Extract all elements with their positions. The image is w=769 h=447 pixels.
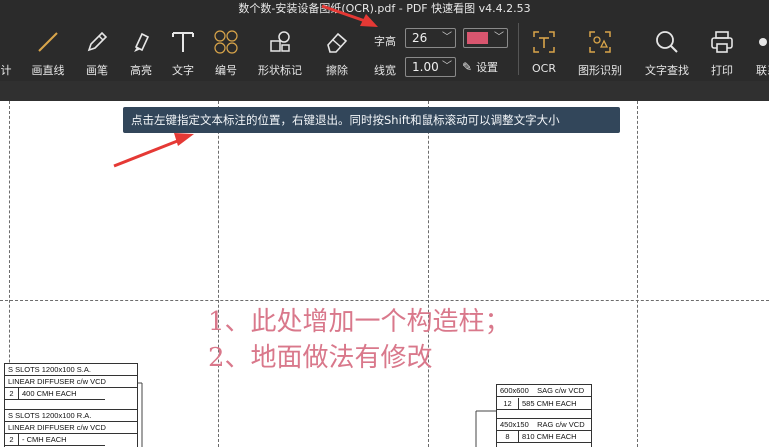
font-size-select[interactable]: 26 ﹀ <box>405 28 456 48</box>
highlight-label: 高亮 <box>130 64 152 77</box>
shape-recognize-label: 图形识别 <box>578 64 622 77</box>
text-t-icon <box>170 29 196 55</box>
document-top-margin <box>0 81 769 101</box>
numbered-circles-icon <box>213 29 239 55</box>
ocr-text-icon <box>531 29 557 55</box>
count-tool[interactable]: 计 <box>0 17 18 81</box>
shape-marker-icon <box>267 29 293 55</box>
chevron-down-icon: ﹀ <box>494 32 504 43</box>
text-search-tool[interactable]: 文字查找 <box>640 17 694 81</box>
print-label: 打印 <box>711 64 733 77</box>
contact-label: 联系 <box>756 64 769 77</box>
line-width-select[interactable]: 1.00 ﹀ <box>405 57 456 77</box>
line-width-label: 线宽 <box>374 64 396 77</box>
highlighter-icon <box>128 29 154 55</box>
line-width-value: 1.00 <box>412 60 439 74</box>
chevron-down-icon: ﹀ <box>442 61 452 72</box>
shape-recognize-tool[interactable]: 图形识别 <box>573 17 627 81</box>
color-swatch <box>467 32 488 44</box>
hint-tooltip: 点击左键指定文本标注的位置，右键退出。同时按Shift和鼠标滚动可以调整文字大小 <box>123 107 620 133</box>
shape-marker-tool[interactable]: 形状标记 <box>254 17 306 81</box>
text-label: 文字 <box>172 64 194 77</box>
pen-tool[interactable]: 画笔 <box>80 17 114 81</box>
number-label: 编号 <box>215 64 237 77</box>
search-icon <box>654 29 680 55</box>
annotation-line-1[interactable]: 1、此处增加一个构造柱； <box>208 301 511 338</box>
toolbar-divider <box>518 23 519 75</box>
pen-label: 画笔 <box>86 64 108 77</box>
pdf-canvas[interactable]: S SLOTS 1200x100 S.A. LINEAR DIFFUSER c/… <box>0 101 769 447</box>
settings-label: 设置 <box>476 61 499 74</box>
color-picker[interactable]: ﹀ <box>463 28 508 48</box>
settings-button[interactable]: ✎ 设置 <box>462 55 512 79</box>
highlight-tool[interactable]: 高亮 <box>124 17 158 81</box>
contact-tool[interactable]: 联系 <box>750 17 769 81</box>
font-size-value: 26 <box>412 31 428 45</box>
ocr-label: OCR <box>532 62 556 75</box>
erase-tool[interactable]: 擦除 <box>320 17 354 81</box>
draw-line-label: 画直线 <box>31 64 65 77</box>
eraser-icon <box>324 29 350 55</box>
text-tool[interactable]: 文字 <box>166 17 200 81</box>
erase-label: 擦除 <box>326 64 348 77</box>
text-search-label: 文字查找 <box>645 64 689 77</box>
gear-pen-icon: ✎ <box>462 60 473 74</box>
count-label: 计 <box>0 64 12 77</box>
shape-marker-label: 形状标记 <box>258 64 302 77</box>
draw-line-tool[interactable]: 画直线 <box>28 17 68 81</box>
number-tool[interactable]: 编号 <box>209 17 243 81</box>
count-icon <box>0 29 19 55</box>
shape-scan-icon <box>587 29 613 55</box>
line-icon <box>35 29 61 55</box>
ocr-tool[interactable]: OCR <box>525 17 563 81</box>
font-size-label: 字高 <box>374 35 396 48</box>
toolbar: 计 画直线 画笔 高亮 文字 编号 形状标记 擦除 字高 26 ﹀ ﹀ 线宽 1… <box>0 17 769 81</box>
contact-icon <box>754 29 769 55</box>
printer-icon <box>709 29 735 55</box>
chevron-down-icon: ﹀ <box>442 32 452 43</box>
print-tool[interactable]: 打印 <box>704 17 740 81</box>
annotation-line-2[interactable]: 2、地面做法有修改 <box>208 337 433 374</box>
drawing-lines <box>138 382 496 447</box>
window-title: 数个数-安装设备图纸(OCR).pdf - PDF 快速看图 v4.4.2.53 <box>0 0 769 17</box>
pen-icon <box>84 29 110 55</box>
